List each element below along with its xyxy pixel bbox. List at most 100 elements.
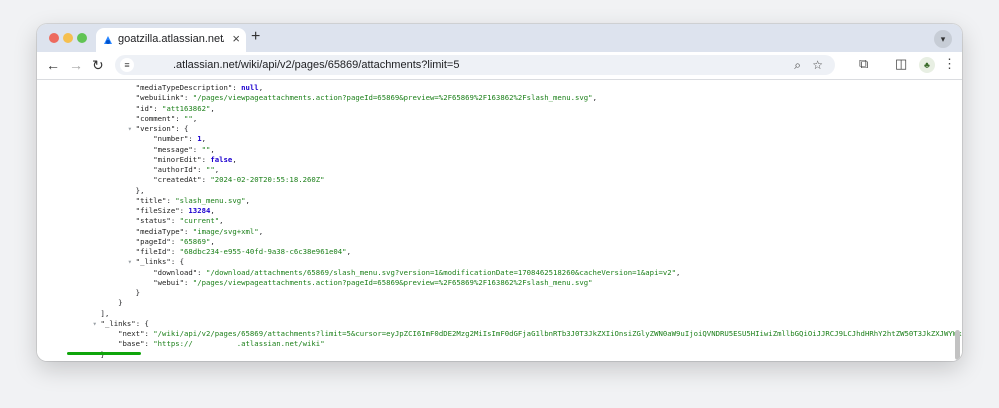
json-line: "webuiLink": "/pages/viewpageattachments… — [37, 93, 962, 103]
window-maximize-button[interactable] — [77, 33, 87, 43]
json-line: ▾ "_links": { — [37, 319, 962, 329]
json-line: "createdAt": "2024-02-20T20:55:18.260Z" — [37, 175, 962, 185]
extensions-icon[interactable]: ⧉ — [859, 56, 868, 72]
json-key: "version" — [135, 124, 176, 133]
json-string-value: "slash_menu.svg" — [175, 195, 246, 205]
json-key: "webui" — [153, 277, 184, 287]
json-comma: , — [592, 93, 597, 103]
json-colon: : — [170, 236, 180, 246]
json-comma: , — [214, 165, 220, 174]
collapse-toggle-icon[interactable]: ▾ — [93, 319, 97, 329]
json-comma: , — [258, 83, 264, 92]
json-string-value[interactable]: "/pages/viewpageattachments.action?pageI… — [193, 278, 593, 287]
json-line: "minorEdit": false, — [37, 155, 962, 165]
json-string-value: "att163862" — [162, 103, 211, 113]
json-punctuation: } — [135, 288, 141, 297]
json-string-value: "current" — [179, 216, 220, 226]
json-key: "next" — [118, 329, 145, 338]
json-string-value[interactable]: "/wiki/api/v2/pages/65869/attachments?li… — [153, 329, 962, 338]
json-key: "id" — [135, 103, 154, 113]
json-comma: , — [210, 144, 215, 154]
json-punctuation: { — [179, 257, 185, 267]
json-line: "comment": "", — [37, 114, 962, 124]
json-colon: : — [170, 257, 180, 267]
tab-close-icon[interactable]: × — [232, 31, 240, 46]
json-line: } — [37, 350, 962, 360]
json-punctuation: } — [83, 360, 87, 361]
json-line: "base": "https:// .atlassian.net/wiki" — [37, 339, 962, 349]
json-comma: , — [258, 226, 264, 236]
json-punctuation: { — [184, 124, 189, 133]
json-comma: , — [245, 195, 250, 205]
json-line: } — [37, 360, 962, 361]
json-string-value[interactable]: "/pages/viewpageattachments.action?pageI… — [193, 93, 593, 102]
json-line: ], — [37, 309, 962, 319]
json-colon: : — [175, 124, 185, 133]
json-comma: , — [219, 216, 224, 226]
vertical-scrollbar[interactable] — [955, 330, 960, 360]
browser-toolbar: ← → ↻ ≡ .atlassian.net/wiki/api/v2/pages… — [37, 52, 962, 80]
browser-tab[interactable]: goatzilla.atlassian.net/wiki/api/ × — [96, 28, 246, 52]
zoom-icon[interactable]: ⌕ — [794, 58, 801, 73]
new-tab-button[interactable]: + — [251, 28, 260, 46]
json-colon: : — [170, 247, 180, 256]
json-line: "status": "current", — [37, 216, 962, 226]
json-key: "_links" — [100, 318, 136, 328]
json-punctuation: } — [118, 298, 123, 308]
json-key: "fileId" — [135, 247, 171, 256]
json-viewer: "mediaTypeDescription": null, "webuiLink"… — [37, 80, 962, 361]
next-link-highlight — [67, 352, 141, 355]
side-panel-icon[interactable]: ◫ — [895, 56, 907, 72]
json-literal-value: 13284 — [188, 206, 211, 215]
json-key: "createdAt" — [153, 175, 202, 185]
json-comma: , — [201, 134, 206, 144]
json-line: "number": 1, — [37, 134, 962, 144]
address-bar[interactable]: ≡ .atlassian.net/wiki/api/v2/pages/65869… — [115, 55, 835, 75]
json-colon: : — [188, 134, 198, 144]
tab-search-icon[interactable]: ▾ — [934, 30, 952, 48]
json-colon: : — [197, 267, 206, 277]
json-line: "fileId": "68dbc234-e955-40fd-9a38-c6c38… — [37, 247, 962, 257]
json-line: "mediaTypeDescription": null, — [37, 83, 962, 93]
json-string-value[interactable]: "/download/attachments/65869/slash_menu.… — [206, 268, 676, 277]
json-colon: : — [166, 195, 176, 205]
json-key: "base" — [118, 339, 145, 349]
json-comma: , — [232, 154, 237, 164]
json-line: ▾ "version": { — [37, 124, 962, 134]
profile-avatar-icon[interactable]: ♣ — [919, 57, 935, 73]
atlassian-favicon-icon — [104, 36, 112, 44]
json-literal-value: null — [241, 83, 259, 92]
json-colon: : — [232, 83, 242, 92]
bookmark-star-icon[interactable]: ☆ — [812, 58, 823, 72]
json-colon: : — [144, 329, 154, 338]
collapse-toggle-icon[interactable]: ▾ — [128, 124, 132, 134]
back-arrow-icon[interactable]: ← — [46, 57, 60, 73]
json-comma: , — [346, 247, 351, 256]
json-code-block: "mediaTypeDescription": null, "webuiLink"… — [37, 83, 962, 361]
json-comma: , — [210, 206, 215, 215]
site-info-icon[interactable]: ≡ — [120, 58, 134, 72]
json-line: "fileSize": 13284, — [37, 206, 962, 216]
json-key: "download" — [153, 267, 198, 277]
json-string-value: "https:// .atlassian.net/wiki" — [153, 339, 325, 349]
json-colon: : — [153, 103, 163, 113]
forward-arrow-icon[interactable]: → — [69, 57, 83, 73]
json-colon: : — [197, 165, 206, 174]
json-string-value: "" — [184, 113, 193, 123]
json-key: "pageId" — [135, 236, 171, 246]
json-key: "mediaTypeDescription" — [135, 83, 233, 92]
json-line: "pageId": "65869", — [37, 237, 962, 247]
collapse-toggle-icon[interactable]: ▾ — [128, 257, 132, 267]
json-string-value: "68dbc234-e955-40fd-9a38-c6c38e961e04" — [179, 247, 347, 256]
json-colon: : — [175, 113, 185, 123]
browser-menu-icon[interactable]: ⋮ — [943, 56, 956, 72]
tab-title: goatzilla.atlassian.net/wiki/api/ — [118, 33, 224, 45]
url-text[interactable]: .atlassian.net/wiki/api/v2/pages/65869/a… — [173, 59, 459, 71]
reload-icon[interactable]: ↻ — [92, 57, 104, 74]
window-minimize-button[interactable] — [63, 33, 73, 43]
json-line: "id": "att163862", — [37, 104, 962, 114]
json-string-value: "65869" — [179, 236, 211, 246]
json-key: "mediaType" — [135, 226, 184, 236]
json-key: "message" — [153, 144, 193, 154]
window-close-button[interactable] — [49, 33, 59, 43]
